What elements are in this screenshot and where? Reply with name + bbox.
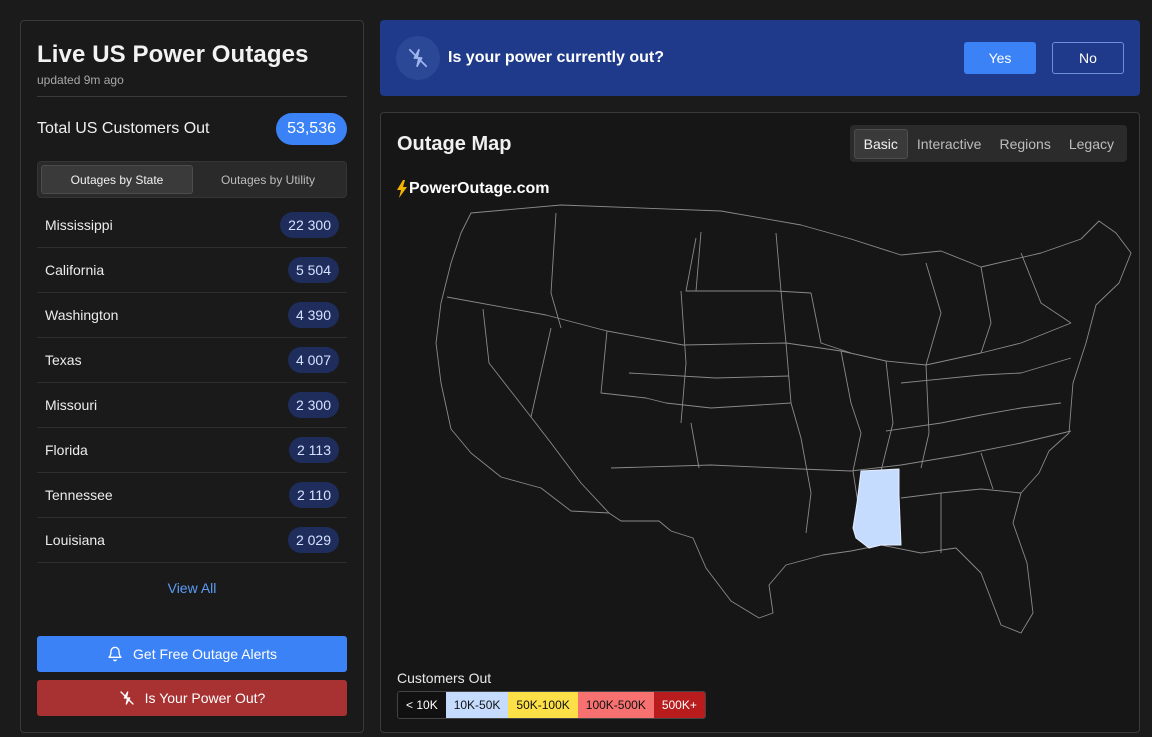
state-name: Tennessee: [45, 487, 113, 503]
no-button[interactable]: No: [1052, 42, 1124, 74]
total-customers-label: Total US Customers Out: [37, 120, 210, 137]
state-count-badge: 22 300: [280, 212, 339, 238]
power-status-banner: Is your power currently out? Yes No: [380, 20, 1140, 96]
state-list: Mississippi 22 300 California 5 504 Wash…: [37, 203, 347, 563]
get-outage-alerts-button[interactable]: Get Free Outage Alerts: [37, 636, 347, 672]
is-your-power-out-button[interactable]: Is Your Power Out?: [37, 680, 347, 716]
tab-outages-by-utility[interactable]: Outages by Utility: [193, 165, 343, 194]
state-name: Washington: [45, 307, 119, 323]
state-count-badge: 2 300: [287, 392, 339, 418]
state-row[interactable]: Tennessee 2 110: [37, 473, 347, 518]
outage-map-panel: Outage Map Basic Interactive Regions Leg…: [380, 112, 1140, 733]
legend-item: 10K-50K: [445, 692, 509, 718]
total-customers-badge: 53,536: [276, 113, 347, 145]
tab-legacy[interactable]: Legacy: [1060, 130, 1123, 158]
map-legend: < 10K 10K-50K 50K-100K 100K-500K 500K+: [397, 691, 706, 719]
state-row[interactable]: Louisiana 2 029: [37, 518, 347, 563]
state-count-badge: 5 504: [287, 257, 339, 283]
yes-button[interactable]: Yes: [964, 42, 1036, 74]
legend-item: < 10K: [398, 692, 446, 718]
view-all-link[interactable]: View All: [37, 580, 347, 596]
state-name: Mississippi: [45, 217, 113, 233]
state-row[interactable]: Washington 4 390: [37, 293, 347, 338]
us-outage-map[interactable]: [381, 193, 1139, 653]
tab-regions[interactable]: Regions: [990, 130, 1059, 158]
state-name: California: [45, 262, 105, 278]
outage-summary-panel: Live US Power Outages updated 9m ago Tot…: [20, 20, 364, 733]
get-outage-alerts-label: Get Free Outage Alerts: [133, 646, 277, 662]
state-row[interactable]: Mississippi 22 300: [37, 203, 347, 248]
panel-title: Live US Power Outages: [37, 41, 309, 68]
state-mississippi[interactable]: [852, 468, 902, 549]
tab-interactive[interactable]: Interactive: [908, 130, 991, 158]
legend-item: 500K+: [653, 692, 705, 718]
state-count-badge: 2 029: [287, 527, 339, 553]
legend-title: Customers Out: [397, 670, 492, 686]
banner-question: Is your power currently out?: [448, 49, 665, 66]
state-row[interactable]: Florida 2 113: [37, 428, 347, 473]
state-count-badge: 4 390: [287, 302, 339, 328]
updated-timestamp: updated 9m ago: [37, 73, 124, 87]
tab-outages-by-state[interactable]: Outages by State: [41, 165, 193, 194]
state-name: Florida: [45, 442, 88, 458]
state-borders: [435, 204, 1132, 634]
legend-item: 50K-100K: [508, 692, 578, 718]
power-off-icon: [408, 48, 428, 68]
state-row[interactable]: Texas 4 007: [37, 338, 347, 383]
state-count-badge: 4 007: [287, 347, 339, 373]
is-your-power-out-label: Is Your Power Out?: [144, 690, 266, 706]
state-name: Louisiana: [45, 532, 105, 548]
tab-basic[interactable]: Basic: [853, 128, 908, 159]
state-name: Missouri: [45, 397, 98, 413]
map-view-tabs: Basic Interactive Regions Legacy: [849, 125, 1127, 162]
outage-view-toggle: Outages by State Outages by Utility: [37, 161, 347, 198]
state-row[interactable]: California 5 504: [37, 248, 347, 293]
state-row[interactable]: Missouri 2 300: [37, 383, 347, 428]
state-name: Texas: [45, 352, 82, 368]
banner-icon-circle: [396, 36, 440, 80]
total-customers-row: Total US Customers Out 53,536: [37, 97, 347, 161]
state-count-badge: 2 113: [289, 437, 339, 463]
map-title: Outage Map: [397, 133, 512, 155]
legend-item: 100K-500K: [577, 692, 654, 718]
power-off-icon: [120, 691, 134, 705]
state-count-badge: 2 110: [289, 482, 339, 508]
bell-icon: [108, 646, 122, 662]
